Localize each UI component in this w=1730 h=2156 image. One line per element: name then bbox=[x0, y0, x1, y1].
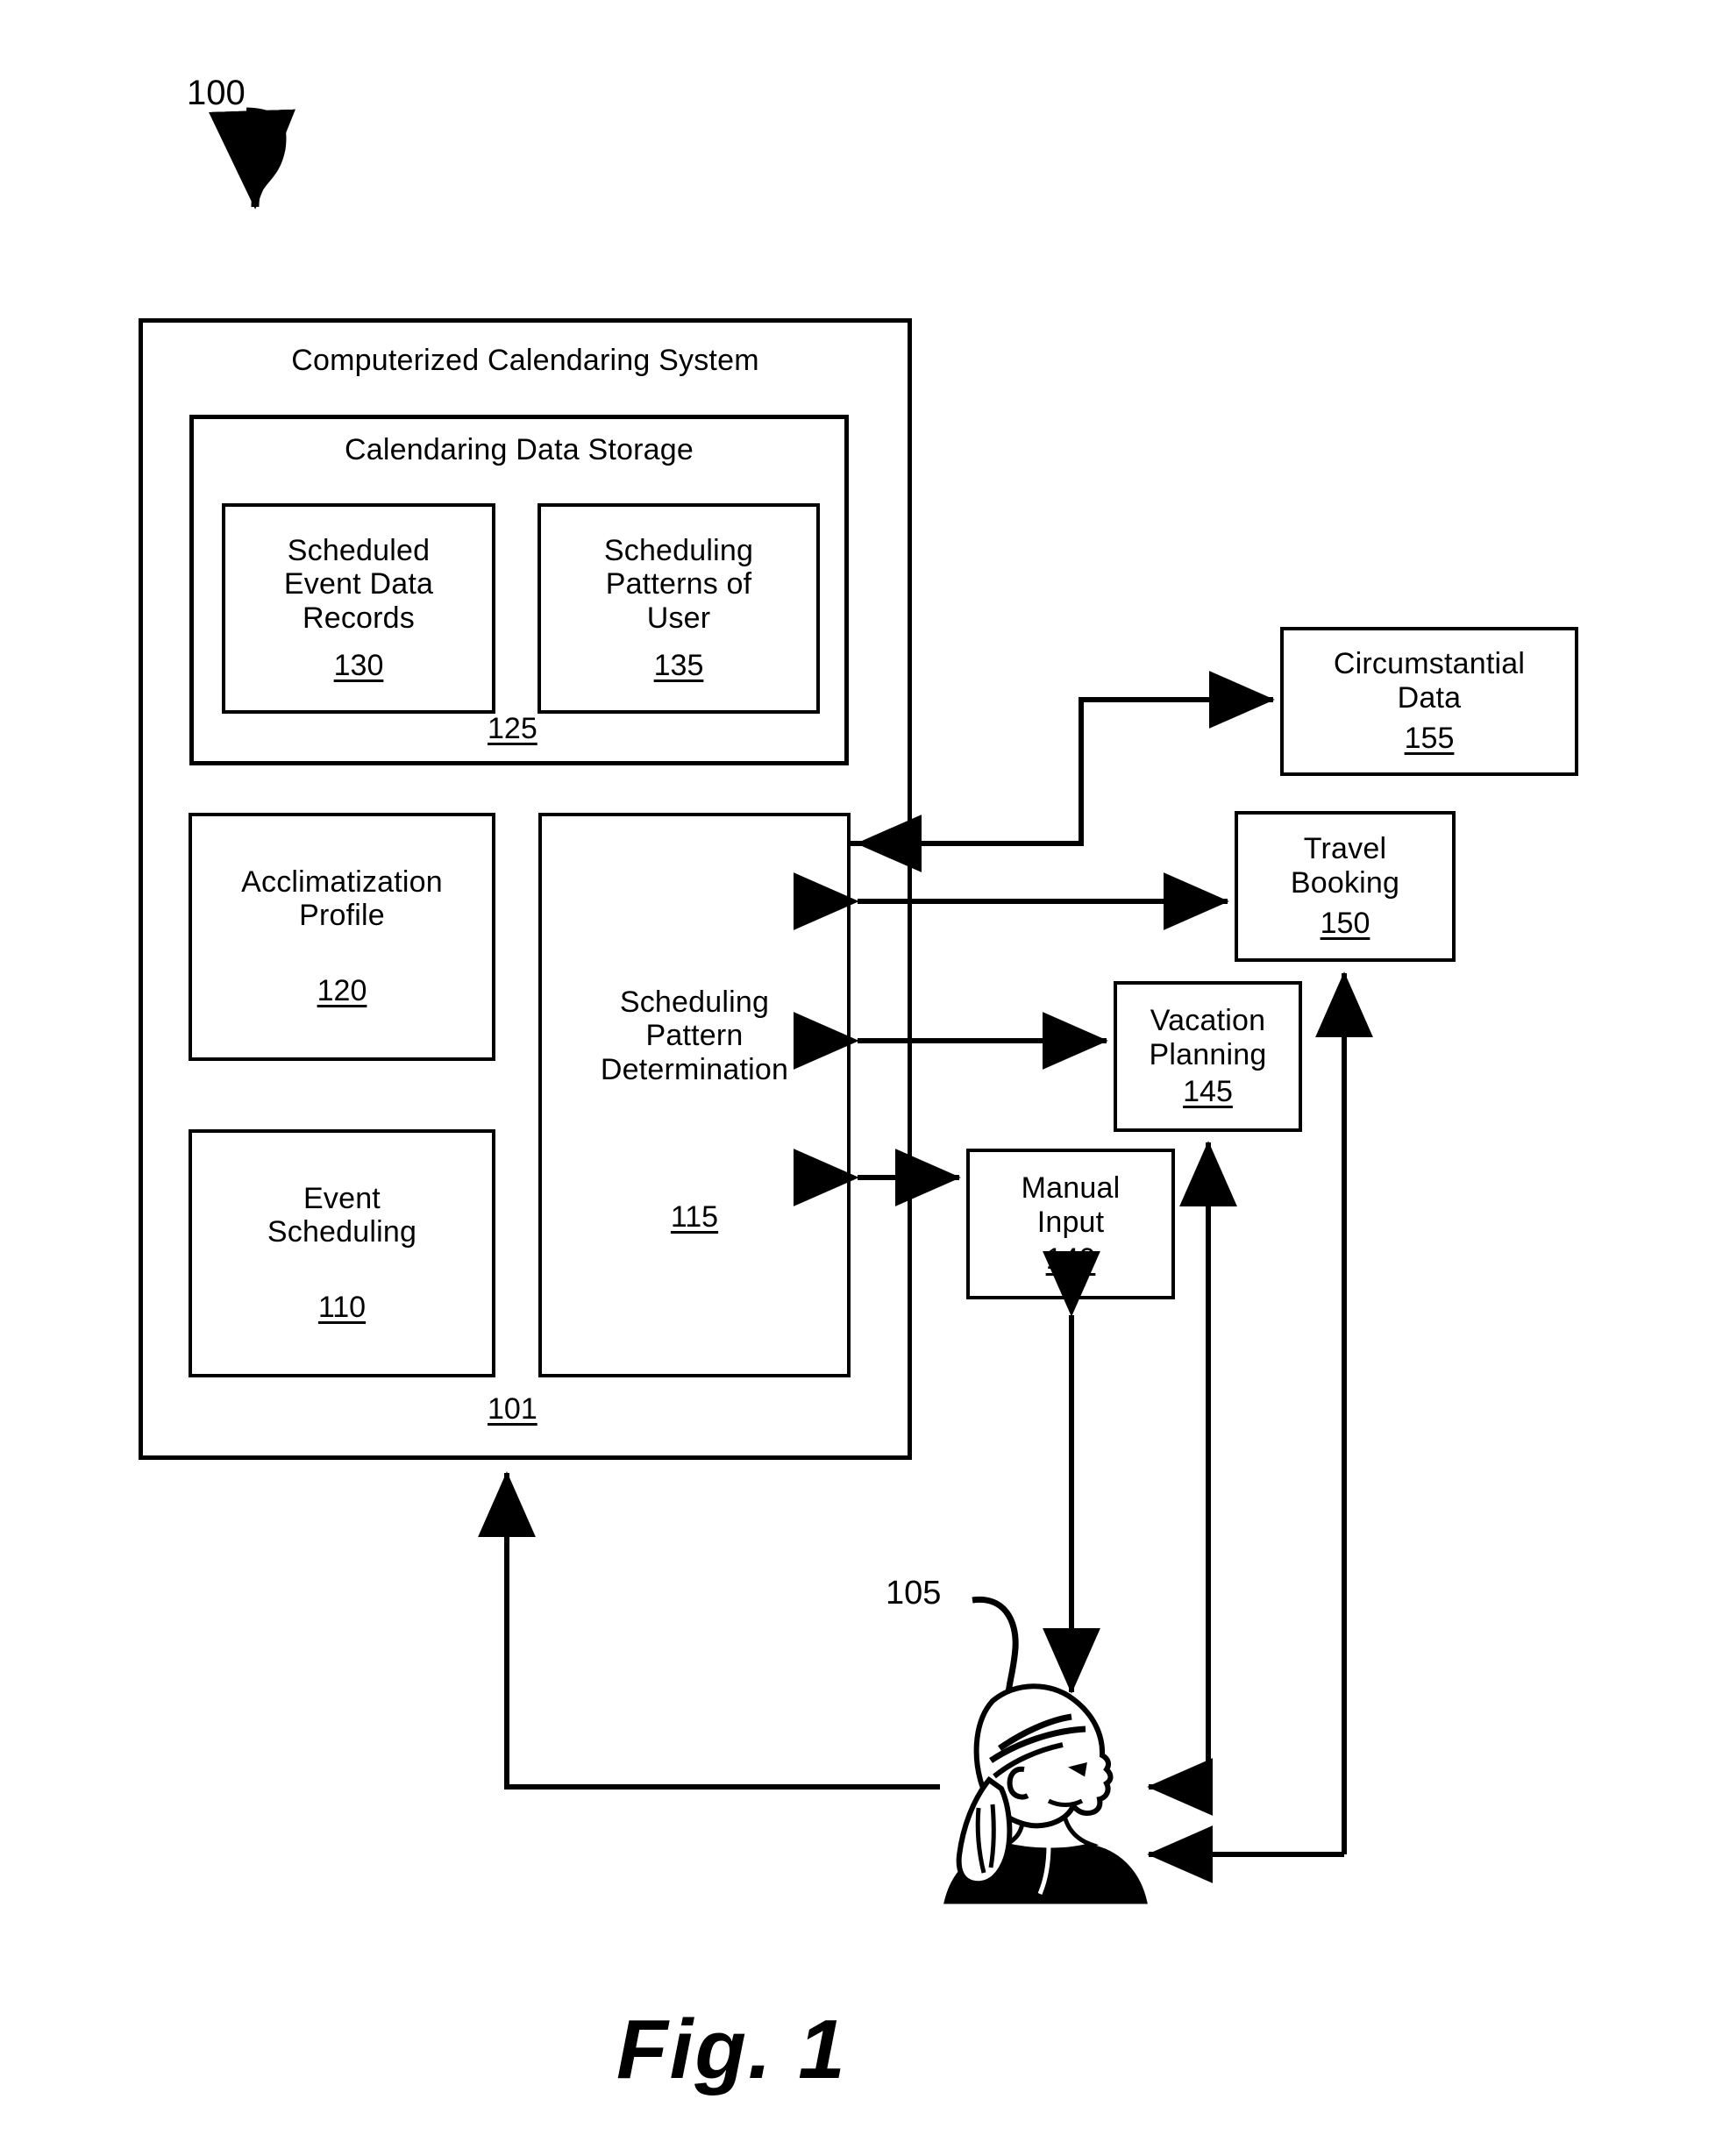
patent-figure-1: Computerized Calendaring System 101 Cale… bbox=[0, 0, 1730, 2156]
user-head-profile bbox=[943, 1683, 1148, 1904]
ref-155: 155 bbox=[1404, 721, 1455, 755]
figure-caption: Fig. 1 bbox=[616, 2003, 847, 2096]
ref-115: 115 bbox=[670, 1200, 719, 1235]
acclimatization-profile-box: Acclimatization Profile 120 bbox=[189, 813, 495, 1061]
ref-125: 125 bbox=[488, 712, 538, 745]
scheduling-pattern-determination-title: Scheduling Pattern Determination bbox=[600, 985, 789, 1086]
circumstantial-data-title: Circumstantial Data bbox=[1333, 647, 1526, 715]
ref-150: 150 bbox=[1320, 906, 1370, 940]
arrow-spd-to-circumstantial bbox=[851, 671, 1275, 846]
leader-line-105 bbox=[972, 1596, 1019, 1695]
scheduled-event-data-records-box: Scheduled Event Data Records 130 bbox=[222, 503, 495, 714]
manual-input-title: Manual Input bbox=[1021, 1171, 1121, 1239]
scheduling-patterns-of-user-box: Scheduling Patterns of User 135 bbox=[538, 503, 820, 714]
event-scheduling-box: Event Scheduling 110 bbox=[189, 1129, 495, 1377]
manual-input-box: Manual Input 140 bbox=[966, 1149, 1175, 1299]
system-title: Computerized Calendaring System bbox=[291, 344, 759, 377]
ref-120: 120 bbox=[317, 974, 367, 1008]
vacation-planning-title: Vacation Planning bbox=[1149, 1004, 1267, 1071]
travel-booking-title: Travel Booking bbox=[1290, 832, 1400, 900]
scheduled-event-data-records-title: Scheduled Event Data Records bbox=[283, 533, 434, 635]
ref-140: 140 bbox=[1045, 1242, 1096, 1276]
arrow-user-to-system bbox=[478, 1471, 940, 1790]
scheduling-patterns-of-user-title: Scheduling Patterns of User bbox=[603, 533, 754, 635]
ref-135: 135 bbox=[653, 649, 704, 683]
acclimatization-profile-title: Acclimatization Profile bbox=[241, 865, 443, 932]
travel-booking-box: Travel Booking 150 bbox=[1235, 811, 1456, 962]
event-scheduling-title: Event Scheduling bbox=[267, 1181, 417, 1249]
ref-145: 145 bbox=[1183, 1074, 1233, 1108]
ref-130: 130 bbox=[333, 649, 384, 683]
leader-line-100 bbox=[209, 107, 296, 210]
ref-100: 100 bbox=[187, 74, 246, 112]
ref-110: 110 bbox=[317, 1291, 367, 1325]
storage-title: Calendaring Data Storage bbox=[345, 433, 694, 466]
vacation-planning-box: Vacation Planning 145 bbox=[1114, 981, 1302, 1132]
ref-101: 101 bbox=[488, 1392, 538, 1426]
circumstantial-data-box: Circumstantial Data 155 bbox=[1280, 627, 1578, 776]
ref-105: 105 bbox=[886, 1575, 942, 1612]
scheduling-pattern-determination-box: Scheduling Pattern Determination 115 bbox=[538, 813, 851, 1377]
